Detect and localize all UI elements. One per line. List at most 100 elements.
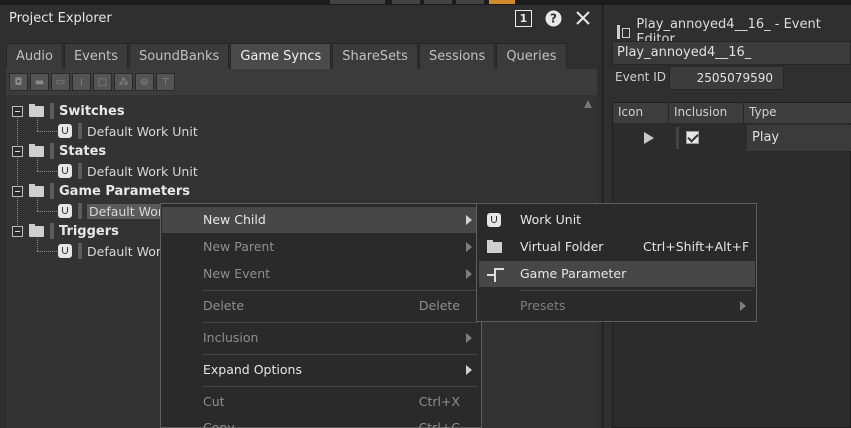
tree-node-states-default-work-unit[interactable]: Default Work Unit [58, 161, 198, 181]
tree-node-triggers[interactable]: Triggers [12, 221, 119, 241]
menu-item-shortcut: Ctrl+X [418, 394, 460, 409]
switch-icon[interactable]: ⁂ [114, 73, 133, 91]
tree-guide [37, 211, 57, 212]
menu-item-new-parent[interactable]: New Parent [162, 234, 481, 260]
menu-item-delete[interactable]: Delete Delete [162, 293, 481, 319]
toolbar-segment-active [489, 0, 515, 4]
collapse-icon[interactable] [12, 225, 23, 237]
work-unit-icon [58, 164, 72, 178]
menu-separator [519, 290, 753, 291]
menu-item-copy[interactable]: Copy Ctrl+C [162, 415, 481, 428]
menu-item-label: Expand Options [203, 362, 302, 377]
folder-icon [29, 143, 44, 157]
menu-item-new-event[interactable]: New Event [162, 261, 481, 287]
tree-node-label: Default Work Unit [87, 123, 198, 139]
close-icon[interactable] [574, 9, 592, 27]
work-unit-icon[interactable]: ◘ [9, 73, 28, 91]
menu-item-shortcut: Ctrl+C [418, 420, 460, 428]
menu-separator [202, 322, 478, 323]
submenu-arrow-icon [466, 215, 472, 225]
event-id-label: Event ID [615, 70, 666, 84]
menu-item-new-child[interactable]: New Child [162, 207, 481, 233]
menu-item-expand-options[interactable]: Expand Options [162, 357, 481, 383]
submenu-item-label: Presets [520, 298, 566, 313]
tree-node-label: Game Parameters [59, 183, 191, 199]
tree-node-label: Switches [59, 103, 125, 119]
virtual-folder-icon[interactable]: ▭ [51, 73, 70, 91]
tree-guide [17, 111, 18, 231]
table-row[interactable]: Play [613, 125, 851, 151]
tree-node-switches[interactable]: Switches [12, 101, 125, 121]
folder-icon [487, 240, 502, 253]
state-icon[interactable]: ⊜ [135, 73, 154, 91]
color-bar [78, 123, 82, 139]
submenu-item-virtual-folder[interactable]: Virtual Folder Ctrl+Shift+Alt+F [479, 234, 755, 260]
submenu-item-work-unit[interactable]: Work Unit [479, 207, 755, 233]
column-header-inclusion[interactable]: Inclusion [669, 103, 744, 123]
new-child-submenu: Work Unit Virtual Folder Ctrl+Shift+Alt+… [476, 203, 757, 322]
tab-game-syncs[interactable]: Game Syncs [230, 43, 332, 69]
game-parameter-icon[interactable]: ⊤ [156, 73, 175, 91]
tree-node-states[interactable]: States [12, 141, 106, 161]
state-group-icon[interactable]: □ [93, 73, 112, 91]
submenu-item-label: Virtual Folder [520, 239, 604, 254]
submenu-item-presets[interactable]: Presets [479, 293, 755, 319]
menu-item-label: New Parent [203, 239, 275, 254]
submenu-arrow-icon [466, 365, 472, 375]
event-editor-icon [617, 25, 631, 39]
tree-node-triggers-default-work-unit[interactable]: Default Work [58, 241, 168, 261]
color-bar [676, 127, 679, 149]
work-unit-icon [58, 204, 72, 218]
pin-number-1-icon[interactable]: 1 [515, 9, 532, 27]
tab-sharesets[interactable]: ShareSets [332, 43, 418, 69]
tab-sessions[interactable]: Sessions [418, 43, 496, 69]
tab-queries[interactable]: Queries [496, 43, 567, 69]
tree-node-game-parameters[interactable]: Game Parameters [12, 181, 190, 201]
tree-node-label: States [59, 143, 107, 159]
submenu-item-label: Game Parameter [520, 266, 627, 281]
color-bar [50, 103, 54, 119]
color-bar [78, 243, 82, 259]
action-type-cell[interactable]: Play [747, 125, 851, 151]
submenu-arrow-icon [466, 269, 472, 279]
folder-icon [29, 183, 44, 197]
tree-guide [37, 171, 57, 172]
folder-icon [29, 223, 44, 237]
switch-group-icon[interactable]: ⁞ [72, 73, 91, 91]
explorer-toolbar: ◘ ▬ ▭ ⁞ □ ⁂ ⊜ ⊤ [6, 69, 597, 95]
submenu-arrow-icon [740, 301, 746, 311]
folder-icon[interactable]: ▬ [30, 73, 49, 91]
help-icon[interactable]: ? [544, 9, 562, 27]
pane-title: Project Explorer [9, 11, 112, 26]
menu-separator [202, 290, 478, 291]
inclusion-checkbox[interactable] [686, 131, 699, 144]
tree-guide [37, 251, 57, 252]
menu-item-shortcut: Delete [418, 298, 460, 313]
collapse-icon[interactable] [12, 145, 23, 157]
actions-grid-header: Icon Inclusion Type [613, 103, 851, 123]
column-header-type[interactable]: Type [744, 103, 851, 123]
menu-item-inclusion[interactable]: Inclusion [162, 325, 481, 351]
play-icon [644, 132, 654, 144]
submenu-item-shortcut: Ctrl+Shift+Alt+F [643, 239, 750, 254]
menu-item-label: New Event [203, 266, 271, 281]
menu-separator [202, 386, 478, 387]
pane-header-icons: 1 ? [515, 9, 592, 27]
scroll-up-arrow-icon[interactable] [584, 100, 592, 108]
menu-item-cut[interactable]: Cut Ctrl+X [162, 389, 481, 415]
submenu-item-game-parameter[interactable]: Game Parameter [479, 261, 755, 287]
submenu-arrow-icon [466, 333, 472, 343]
tab-events[interactable]: Events [63, 43, 128, 69]
tree-node-switches-default-work-unit[interactable]: Default Work Unit [58, 121, 198, 141]
tab-audio[interactable]: Audio [6, 43, 63, 69]
column-header-icon[interactable]: Icon [613, 103, 669, 123]
svg-text:?: ? [550, 11, 557, 25]
tab-soundbanks[interactable]: SoundBanks [128, 43, 230, 69]
event-name-field[interactable]: Play_annoyed4__16_ [612, 41, 851, 65]
toolbar-segment [392, 0, 420, 4]
collapse-icon[interactable] [12, 185, 23, 197]
menu-item-label: New Child [203, 212, 266, 227]
color-bar [50, 183, 54, 199]
menu-item-label: Inclusion [203, 330, 259, 345]
collapse-icon[interactable] [12, 105, 23, 117]
